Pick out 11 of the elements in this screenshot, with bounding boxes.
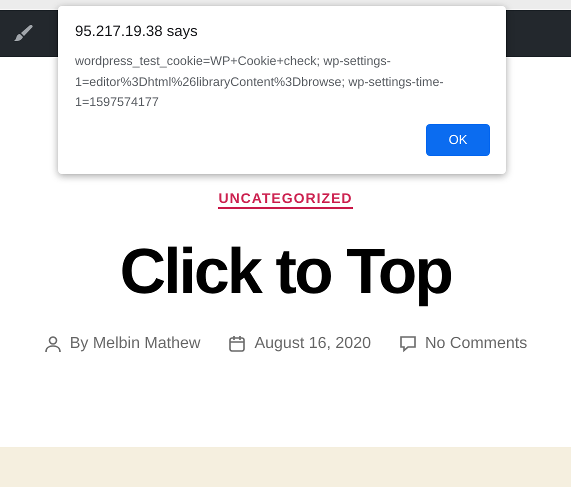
dialog-title: 95.217.19.38 says [75,23,199,40]
comments-link[interactable]: No Comments [425,335,528,353]
calendar-icon [228,335,246,353]
date-link[interactable]: August 16, 2020 [254,335,371,353]
author-link[interactable]: By Melbin Mathew [70,335,200,353]
dialog-message: wordpress_test_cookie=WP+Cookie+check; wp-settings-1=editor%3Dhtml%26libraryContent%3Dbrowse; wp-settings-time-1=1597574177 [75,53,445,111]
ok-button[interactable]: OK [426,124,490,156]
post-title: Click to Top [120,234,452,309]
category-link[interactable]: UNCATEGORIZED [218,190,353,209]
person-icon [44,335,62,353]
speech-bubble-icon [399,335,417,353]
